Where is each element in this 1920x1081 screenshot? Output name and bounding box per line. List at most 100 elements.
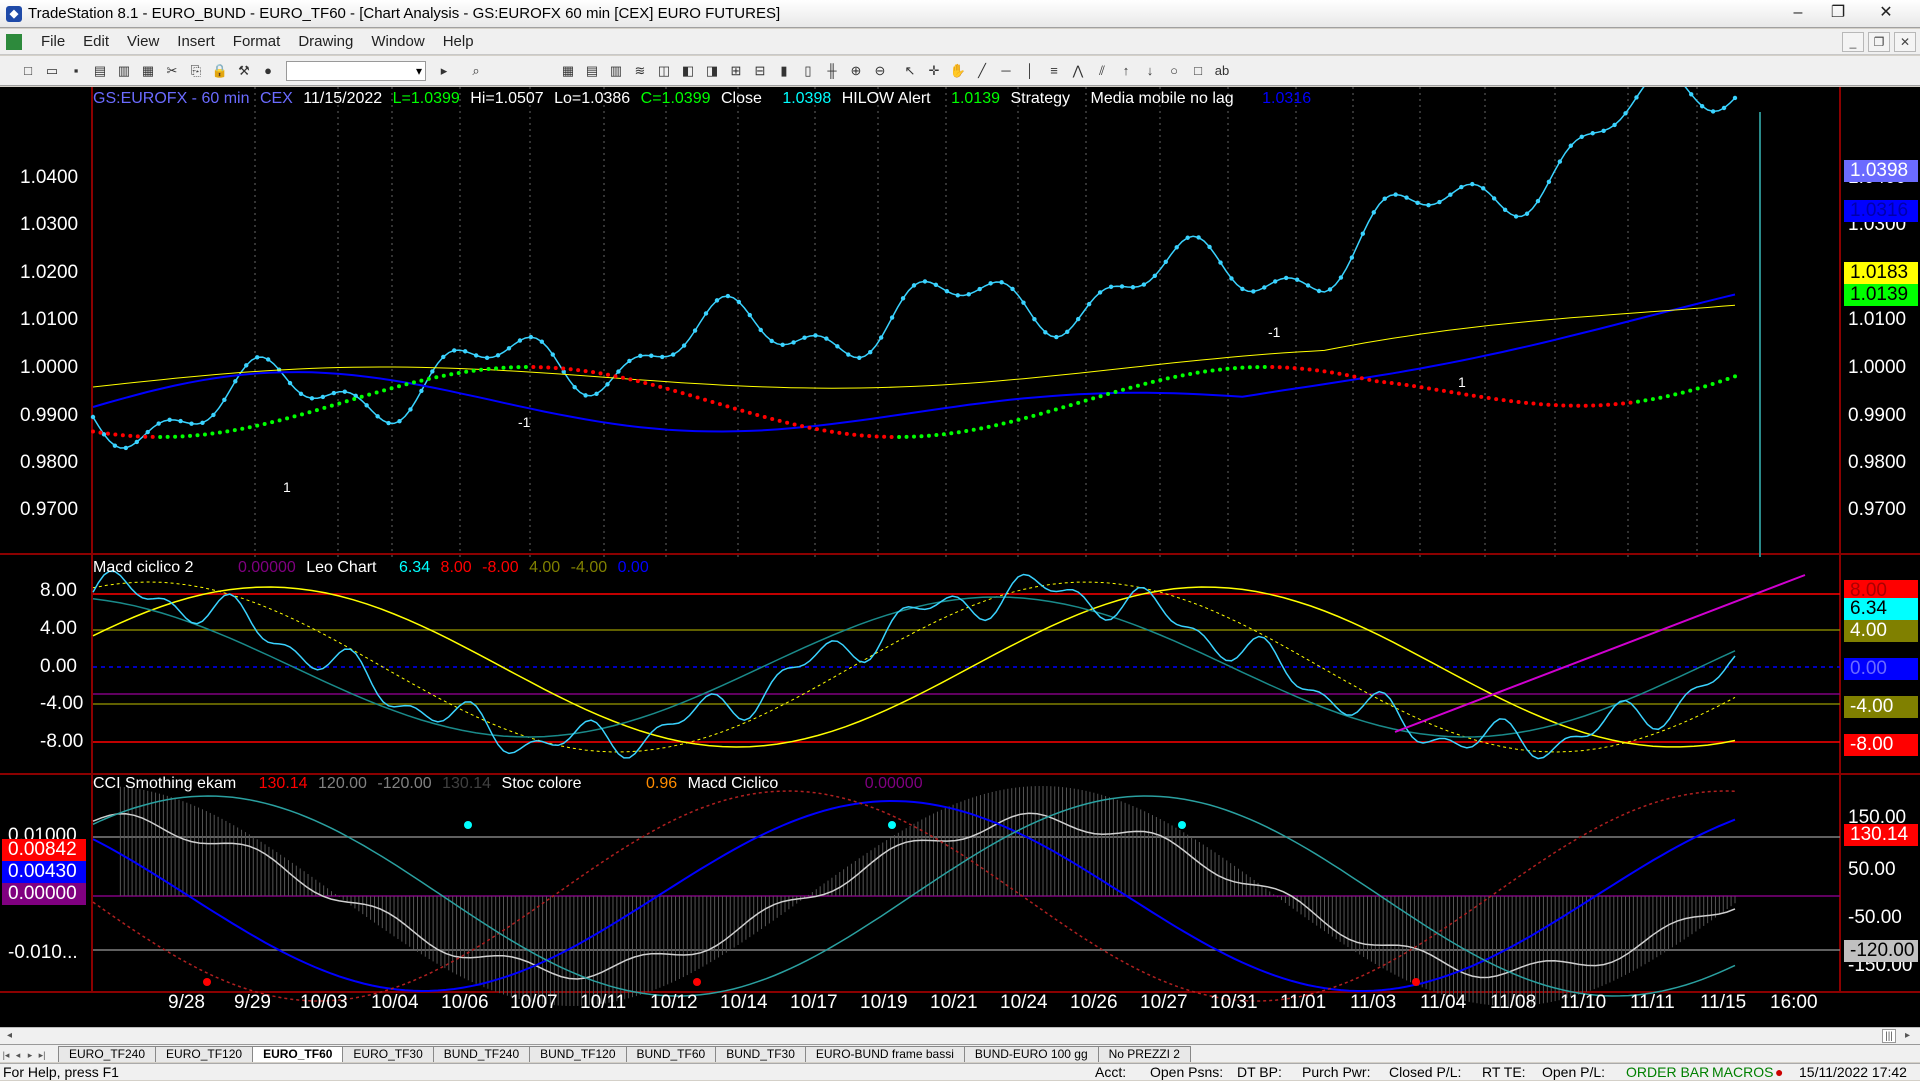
symbol-dropdown[interactable] <box>286 60 426 81</box>
cut-icon[interactable]: ✂ <box>162 61 182 81</box>
menu-drawing[interactable]: Drawing <box>289 33 362 50</box>
minimize-button[interactable]: – <box>1778 2 1818 24</box>
tab-bund-tf60[interactable]: BUND_TF60 <box>625 1046 717 1062</box>
ellipse-icon[interactable]: ○ <box>1164 61 1184 81</box>
zoom-out-icon[interactable]: ⊖ <box>870 61 890 81</box>
price-bar-dot <box>1076 316 1081 322</box>
price-bar-dot <box>1590 131 1595 136</box>
price-bar-dot <box>1371 210 1376 215</box>
price-bar-dot <box>1262 285 1267 290</box>
workspace-icon[interactable]: ▤ <box>90 61 110 81</box>
status-order-bar[interactable]: ORDER BAR <box>1626 1064 1709 1081</box>
options-icon[interactable]: ◫ <box>654 61 674 81</box>
tools-icon[interactable]: ⚒ <box>234 61 254 81</box>
orders-icon[interactable]: ◨ <box>702 61 722 81</box>
tab-euro-tf120[interactable]: EURO_TF120 <box>155 1046 254 1062</box>
open-icon[interactable]: ▭ <box>42 61 62 81</box>
trendline-icon[interactable]: ╱ <box>972 61 992 81</box>
horizontal-scrollbar[interactable]: ◂ ||| ▸ <box>0 1027 1920 1044</box>
save-icon[interactable]: ▪ <box>66 61 86 81</box>
hand-icon[interactable]: ✋ <box>948 61 968 81</box>
news-icon[interactable]: ◧ <box>678 61 698 81</box>
price-pane-header: GS:EUROFX - 60 min CEX 11/15/2022 L=1.03… <box>93 90 1317 108</box>
hilow-dot <box>1703 384 1708 389</box>
copy-icon[interactable]: ⎘ <box>186 61 206 81</box>
menu-insert[interactable]: Insert <box>168 33 224 50</box>
close-button[interactable]: ✕ <box>1866 2 1906 24</box>
child-minimize-button[interactable]: _ <box>1842 32 1864 52</box>
tab-prev-icon[interactable]: ◂ <box>12 1048 24 1062</box>
matrix-icon[interactable]: ▥ <box>606 61 626 81</box>
child-restore-button[interactable]: ❐ <box>1868 32 1890 52</box>
chart-icon[interactable]: ▦ <box>558 61 578 81</box>
tab-next-icon[interactable]: ▸ <box>24 1048 36 1062</box>
gann-fan-icon[interactable]: ⋀ <box>1068 61 1088 81</box>
scanner-icon[interactable]: ≋ <box>630 61 650 81</box>
tab-euro-bund-frame-bassi[interactable]: EURO-BUND frame bassi <box>804 1046 965 1062</box>
bar-chart-icon[interactable]: ▮ <box>774 61 794 81</box>
price-bar-dot <box>1699 104 1705 109</box>
crosshair-icon[interactable]: ✛ <box>924 61 944 81</box>
zoom-in-icon[interactable]: ⊕ <box>846 61 866 81</box>
tab-bund-euro-100-gg[interactable]: BUND-EURO 100 gg <box>963 1046 1099 1062</box>
price-bar-dot <box>1152 273 1158 278</box>
tab-euro-tf30[interactable]: EURO_TF30 <box>342 1046 434 1062</box>
scroll-left-icon[interactable]: ◂ <box>2 1029 17 1043</box>
time-axis-label: 11/10 <box>1560 992 1607 1013</box>
print-icon[interactable]: ▦ <box>138 61 158 81</box>
rectangle-icon[interactable]: □ <box>1188 61 1208 81</box>
vertical-line-icon[interactable]: │ <box>1020 61 1040 81</box>
menu-format[interactable]: Format <box>224 33 290 50</box>
menu-edit[interactable]: Edit <box>74 33 118 50</box>
channel-icon[interactable]: ⫽ <box>1092 61 1112 81</box>
menu-window[interactable]: Window <box>362 33 433 50</box>
hilow-dot <box>382 388 387 393</box>
tab-bund-tf30[interactable]: BUND_TF30 <box>715 1046 806 1062</box>
hilow-dot <box>1120 387 1125 392</box>
hilow-dot <box>598 371 603 376</box>
menu-help[interactable]: Help <box>434 33 483 50</box>
maximize-button[interactable]: ❐ <box>1818 2 1858 24</box>
tab-bund-tf120[interactable]: BUND_TF120 <box>529 1046 627 1062</box>
price-bar-dot <box>452 348 457 353</box>
tab-first-icon[interactable]: |◂ <box>0 1048 12 1062</box>
print-preview-icon[interactable]: ▥ <box>114 61 134 81</box>
menu-file[interactable]: File <box>32 33 74 50</box>
arrow-down-icon[interactable]: ↓ <box>1140 61 1160 81</box>
scroll-right-icon[interactable]: ▸ <box>1900 1029 1915 1043</box>
chart-canvas[interactable]: 1 -1 -1 1 <box>0 69 1920 1027</box>
find-icon[interactable]: ⌕ <box>466 61 486 81</box>
play-icon[interactable]: ▸ <box>434 61 454 81</box>
chart-window-icon[interactable] <box>6 33 22 50</box>
indicator-icon[interactable]: ⊞ <box>726 61 746 81</box>
globe-icon[interactable]: ● <box>258 61 278 81</box>
tab-no-prezzi-2[interactable]: No PREZZI 2 <box>1097 1046 1191 1062</box>
tab-last-icon[interactable]: ▸| <box>36 1048 48 1062</box>
chart-window[interactable]: 1 -1 -1 1 GS:EUROFX - 60 min CEX 11/15/2022… <box>0 69 1920 1027</box>
hilow-dot <box>464 369 469 374</box>
fibonacci-icon[interactable]: ≡ <box>1044 61 1064 81</box>
price-bar-dot <box>397 418 402 424</box>
strategy-icon[interactable]: ⊟ <box>750 61 770 81</box>
pointer-icon[interactable]: ↖ <box>900 61 920 81</box>
hilow-dot <box>1628 400 1633 405</box>
text-icon[interactable]: ab <box>1212 61 1232 81</box>
line-chart-icon[interactable]: ╫ <box>822 61 842 81</box>
hilow-dot <box>688 393 693 398</box>
lock-icon[interactable]: 🔒 <box>210 61 230 81</box>
child-close-button[interactable]: ✕ <box>1894 32 1916 52</box>
menu-view[interactable]: View <box>118 33 168 50</box>
horizontal-line-icon[interactable]: ─ <box>996 61 1016 81</box>
candle-icon[interactable]: ▯ <box>798 61 818 81</box>
new-icon[interactable]: □ <box>18 61 38 81</box>
price-bar-dot <box>889 315 895 320</box>
price-bar-dot <box>1229 276 1234 281</box>
price-bar-dot <box>539 339 545 344</box>
tab-euro-tf60[interactable]: EURO_TF60 <box>252 1046 344 1062</box>
status-macros[interactable]: MACROS <box>1712 1064 1773 1081</box>
radar-icon[interactable]: ▤ <box>582 61 602 81</box>
tab-bund-tf240[interactable]: BUND_TF240 <box>432 1046 531 1062</box>
arrow-up-icon[interactable]: ↑ <box>1116 61 1136 81</box>
tab-euro-tf240[interactable]: EURO_TF240 <box>58 1046 157 1062</box>
symbol-label: GS:EUROFX - 60 min <box>93 90 250 107</box>
